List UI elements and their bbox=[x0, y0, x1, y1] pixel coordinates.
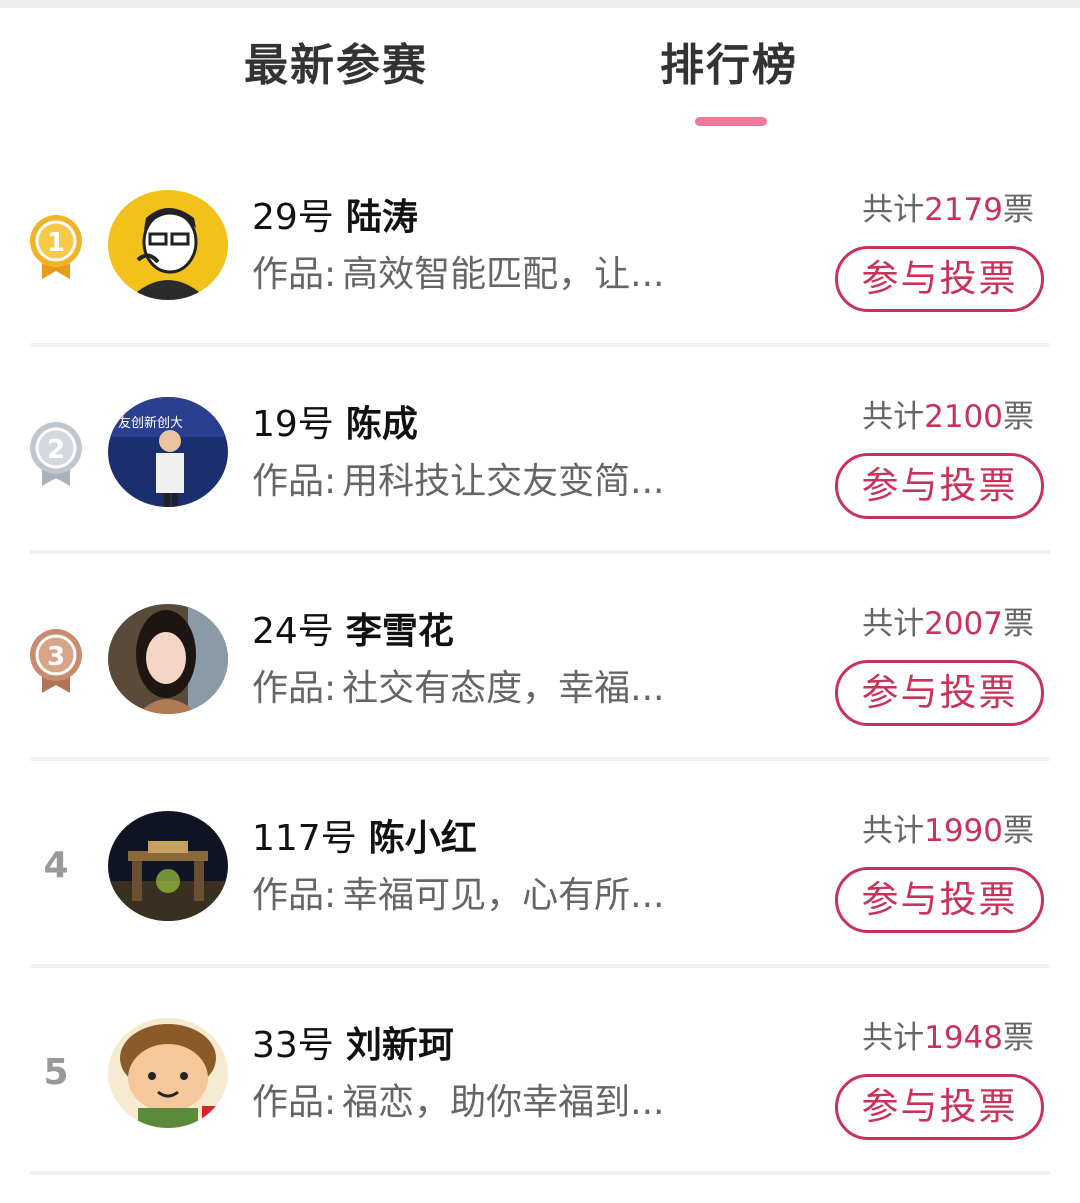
entry-number: 29号 bbox=[252, 197, 334, 238]
entry-title: 33号 刘新珂 bbox=[252, 1023, 454, 1069]
entry-name: 刘新珂 bbox=[345, 1025, 454, 1066]
work-prefix: 作品: bbox=[252, 875, 337, 916]
votes-suffix: 票 bbox=[1003, 192, 1034, 228]
votes-suffix: 票 bbox=[1003, 606, 1034, 642]
silver-medal-icon: 2 bbox=[28, 422, 84, 488]
list-item[interactable]: 3 24号 李雪花 作品: 社交有态度，幸福... 共计2007票 参与投票 bbox=[0, 554, 1080, 761]
list-item[interactable]: 4 117号 陈小红 作品: 幸福可见，心有所... 共计1990票 参与投票 bbox=[0, 761, 1080, 968]
votes-prefix: 共计 bbox=[862, 399, 925, 435]
row-divider bbox=[30, 1171, 1050, 1175]
votes-prefix: 共计 bbox=[862, 606, 925, 642]
entry-work: 作品: 福恋，助你幸福到... bbox=[252, 1080, 664, 1126]
work-title: 社交有态度，幸福... bbox=[342, 668, 665, 709]
bronze-medal-icon: 3 bbox=[28, 629, 84, 695]
entry-work: 作品: 社交有态度，幸福... bbox=[252, 666, 664, 712]
vote-button[interactable]: 参与投票 bbox=[835, 867, 1044, 933]
active-tab-indicator bbox=[695, 117, 767, 126]
work-prefix: 作品: bbox=[252, 668, 337, 709]
avatar[interactable] bbox=[108, 604, 228, 714]
entry-title: 24号 李雪花 bbox=[252, 609, 454, 655]
work-title: 幸福可见，心有所... bbox=[342, 875, 665, 916]
votes-suffix: 票 bbox=[1003, 1020, 1034, 1056]
vote-total: 共计2007票 bbox=[862, 604, 1034, 644]
tab-latest-entries[interactable]: 最新参赛 bbox=[244, 36, 428, 96]
votes-prefix: 共计 bbox=[862, 813, 925, 849]
avatar[interactable] bbox=[108, 190, 228, 300]
entry-title: 117号 陈小红 bbox=[252, 816, 477, 862]
entry-number: 24号 bbox=[252, 611, 334, 652]
list-item[interactable]: 5 33号 刘新珂 作品: 福恋，助你幸福到... 共计1948票 参与投票 bbox=[0, 968, 1080, 1175]
list-item[interactable]: 2 友创新创大 19号 陈成 作品: 用科技让交友变简... 共计2100票 参… bbox=[0, 347, 1080, 554]
entry-name: 陈小红 bbox=[368, 818, 477, 859]
vote-total: 共计1948票 bbox=[862, 1018, 1034, 1058]
votes-suffix: 票 bbox=[1003, 813, 1034, 849]
work-title: 福恋，助你幸福到... bbox=[342, 1082, 665, 1123]
vote-count: 2100 bbox=[924, 399, 1003, 435]
medal-digit: 2 bbox=[47, 435, 65, 465]
cartoon-boy-icon bbox=[108, 1018, 228, 1128]
svg-text:友创新创大: 友创新创大 bbox=[118, 415, 183, 431]
vote-button[interactable]: 参与投票 bbox=[835, 246, 1044, 312]
woman-portrait-icon bbox=[108, 604, 228, 714]
vote-count: 1948 bbox=[924, 1020, 1003, 1056]
entry-work: 作品: 幸福可见，心有所... bbox=[252, 873, 664, 919]
votes-prefix: 共计 bbox=[862, 192, 925, 228]
votes-suffix: 票 bbox=[1003, 399, 1034, 435]
vote-button[interactable]: 参与投票 bbox=[835, 1074, 1044, 1140]
vote-total: 共计2100票 bbox=[862, 397, 1034, 437]
gold-medal-icon: 1 bbox=[28, 215, 84, 281]
entry-work: 作品: 用科技让交友变简... bbox=[252, 459, 664, 505]
work-title: 高效智能匹配，让... bbox=[342, 254, 665, 295]
list-item[interactable]: 1 29号 陆涛 作品: 高效智能匹配，让... 共计2179票 参与投票 bbox=[0, 140, 1080, 347]
entry-title: 19号 陈成 bbox=[252, 402, 418, 448]
votes-prefix: 共计 bbox=[862, 1020, 925, 1056]
avatar[interactable] bbox=[108, 1018, 228, 1128]
entry-work: 作品: 高效智能匹配，让... bbox=[252, 252, 664, 298]
work-prefix: 作品: bbox=[252, 1082, 337, 1123]
rank-number: 5 bbox=[43, 1052, 69, 1093]
entry-name: 陆涛 bbox=[345, 197, 418, 238]
vote-total: 共计1990票 bbox=[862, 811, 1034, 851]
entry-name: 李雪花 bbox=[345, 611, 454, 652]
avatar[interactable] bbox=[108, 811, 228, 921]
tab-leaderboard[interactable]: 排行榜 bbox=[660, 36, 798, 96]
medal-digit: 3 bbox=[47, 642, 65, 672]
night-gate-icon bbox=[108, 811, 228, 921]
top-divider bbox=[0, 0, 1080, 8]
ranking-page: 最新参赛 排行榜 1 29号 陆涛 作品: 高效智能匹配，让... 共计2179… bbox=[0, 0, 1080, 1203]
entry-name: 陈成 bbox=[345, 404, 418, 445]
vote-total: 共计2179票 bbox=[862, 190, 1034, 230]
cartoon-man-icon bbox=[108, 190, 228, 300]
speaker-stage-icon: 友创新创大 bbox=[108, 397, 228, 507]
entry-number: 33号 bbox=[252, 1025, 334, 1066]
entry-title: 29号 陆涛 bbox=[252, 195, 418, 241]
medal-digit: 1 bbox=[47, 228, 65, 258]
work-prefix: 作品: bbox=[252, 461, 337, 502]
work-title: 用科技让交友变简... bbox=[342, 461, 665, 502]
avatar[interactable]: 友创新创大 bbox=[108, 397, 228, 507]
vote-button[interactable]: 参与投票 bbox=[835, 453, 1044, 519]
vote-count: 2007 bbox=[924, 606, 1003, 642]
vote-count: 2179 bbox=[924, 192, 1003, 228]
work-prefix: 作品: bbox=[252, 254, 337, 295]
vote-button[interactable]: 参与投票 bbox=[835, 660, 1044, 726]
rank-number: 4 bbox=[43, 845, 69, 886]
entry-number: 117号 bbox=[252, 818, 357, 859]
entry-number: 19号 bbox=[252, 404, 334, 445]
vote-count: 1990 bbox=[924, 813, 1003, 849]
leaderboard-list: 1 29号 陆涛 作品: 高效智能匹配，让... 共计2179票 参与投票 2 … bbox=[0, 140, 1080, 1175]
